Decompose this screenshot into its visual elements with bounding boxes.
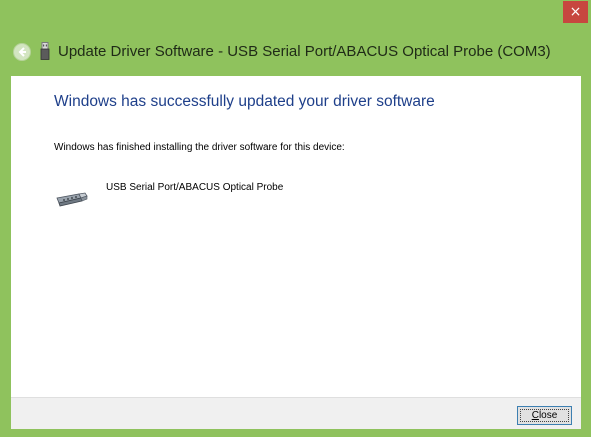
window-close-button[interactable]: × xyxy=(563,1,588,23)
content-pane: Windows has successfully updated your dr… xyxy=(11,76,581,397)
dialog-footer: Close xyxy=(11,397,581,429)
close-mnemonic: C xyxy=(531,410,539,421)
close-button[interactable]: Close xyxy=(517,406,572,425)
dialog-window: × Update Driver Software - USB Serial Po… xyxy=(0,0,591,437)
finished-message: Windows has finished installing the driv… xyxy=(54,142,345,153)
serial-port-icon xyxy=(56,192,88,207)
device-name: USB Serial Port/ABACUS Optical Probe xyxy=(106,182,284,193)
title-bar[interactable]: × xyxy=(0,0,591,30)
dialog-title: Update Driver Software - USB Serial Port… xyxy=(58,43,551,60)
back-arrow-icon xyxy=(18,47,26,57)
usb-device-icon xyxy=(40,42,50,60)
close-label: lose xyxy=(538,410,558,421)
success-heading: Windows has successfully updated your dr… xyxy=(54,93,435,110)
dialog-header: Update Driver Software - USB Serial Port… xyxy=(13,33,583,73)
back-button[interactable] xyxy=(13,43,31,61)
